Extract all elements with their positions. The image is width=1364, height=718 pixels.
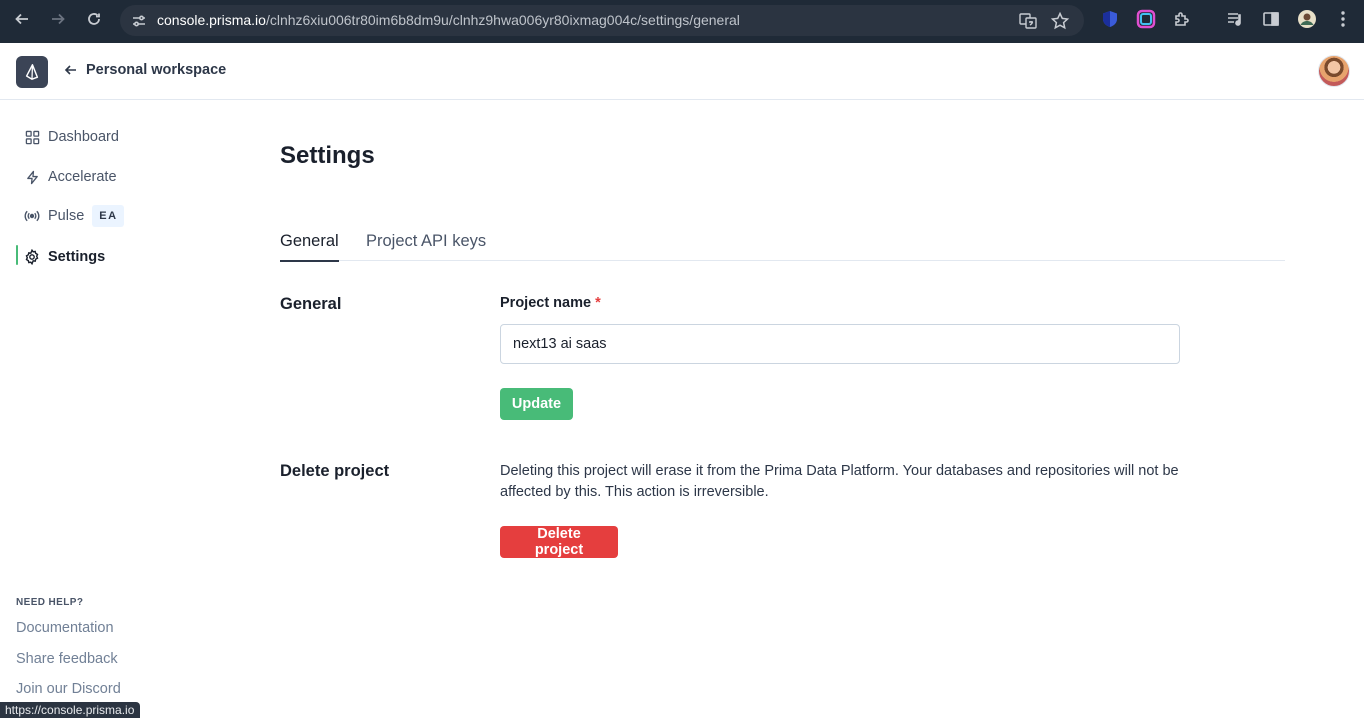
back-arrow-icon[interactable] [11,8,33,30]
sidebar-item-dashboard[interactable]: Dashboard [16,122,196,152]
grid-icon [24,129,40,145]
discord-link[interactable]: Join our Discord [16,681,121,697]
project-name-input[interactable] [500,324,1180,364]
sidebar-item-label: Dashboard [48,129,119,145]
help-heading: NEED HELP? [16,597,84,608]
sidebar-item-label: Pulse [48,208,85,224]
early-access-badge: EA [92,205,124,227]
general-section-title: General [280,295,342,313]
project-name-label: Project name * [500,295,601,311]
forward-arrow-icon[interactable] [47,8,69,30]
media-playlist-icon[interactable] [1225,9,1245,29]
url-text: console.prisma.io/clnhz6xiu006tr80im6b8d… [157,12,740,28]
bookmark-star-icon[interactable] [1050,11,1070,31]
documentation-link[interactable]: Documentation [16,620,114,636]
sidebar-item-label: Settings [48,249,106,265]
gear-icon [24,249,40,265]
sidebar: Dashboard Accelerate Pulse EA Settings N… [0,100,200,718]
delete-description: Deleting this project will erase it from… [500,463,1179,500]
extensions-puzzle-icon[interactable] [1172,9,1192,29]
delete-project-button[interactable]: Delete project [500,526,618,558]
sidebar-item-settings[interactable]: Settings [16,242,196,272]
profile-avatar-icon[interactable] [1297,9,1317,29]
color-extension-icon[interactable] [1136,9,1156,29]
update-button[interactable]: Update [500,388,573,420]
share-feedback-link[interactable]: Share feedback [16,651,118,667]
kebab-menu-icon[interactable] [1333,9,1353,29]
settings-tabs: General Project API keys [280,222,1285,262]
back-to-workspace-link[interactable]: Personal workspace [64,62,226,78]
shield-extension-icon[interactable] [1100,9,1120,29]
app-header: Personal workspace [0,43,1364,100]
translate-icon[interactable] [1018,11,1038,31]
sidebar-item-pulse[interactable]: Pulse EA [16,201,196,231]
reload-icon[interactable] [83,8,105,30]
site-settings-icon[interactable] [130,12,148,30]
delete-section-title: Delete project [280,462,390,480]
browser-toolbar: console.prisma.io/clnhz6xiu006tr80im6b8d… [0,0,1364,43]
broadcast-icon [24,208,40,224]
lightning-icon [24,169,40,185]
workspace-label: Personal workspace [86,62,227,78]
sidebar-item-label: Accelerate [48,169,117,185]
user-avatar[interactable] [1318,55,1350,87]
side-panel-icon[interactable] [1261,9,1281,29]
required-asterisk: * [595,295,601,311]
arrow-left-icon [64,65,76,75]
page-title: Settings [280,142,375,169]
sidebar-item-accelerate[interactable]: Accelerate [16,162,196,192]
prisma-logo-icon[interactable] [16,56,48,88]
address-bar[interactable]: console.prisma.io/clnhz6xiu006tr80im6b8d… [120,5,1084,36]
tab-project-api-keys[interactable]: Project API keys [366,232,486,260]
tab-general[interactable]: General [280,232,339,262]
link-status-bubble: https://console.prisma.io [0,702,141,718]
